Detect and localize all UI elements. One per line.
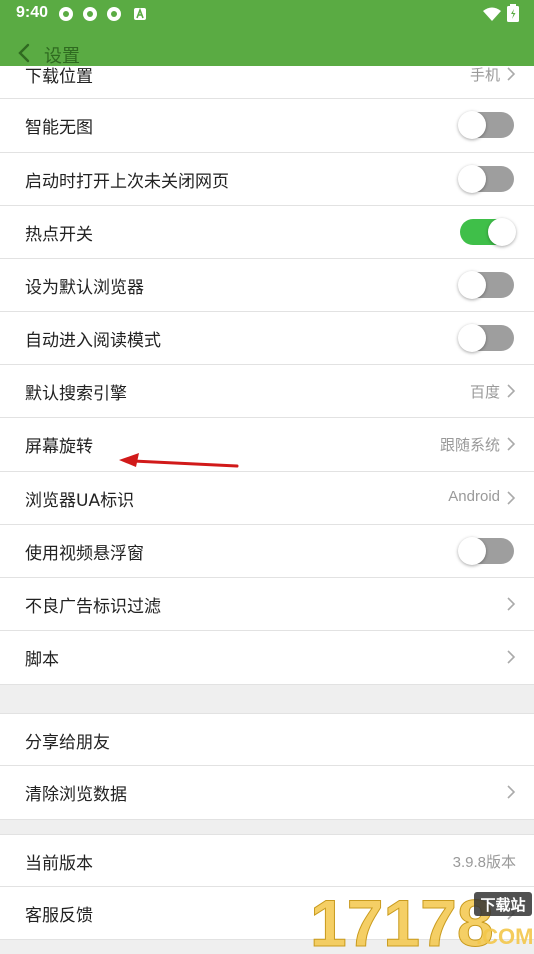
- setting-label: 自动进入阅读模式: [25, 331, 161, 351]
- toggle-knob: [458, 271, 486, 299]
- toggle-knob: [458, 165, 486, 193]
- toggle-switch[interactable]: [458, 271, 514, 299]
- setting-value: 跟随系统: [439, 437, 500, 454]
- notification-icon: [107, 7, 121, 21]
- setting-row-smart-no-image[interactable]: 智能无图: [0, 99, 534, 153]
- setting-row-scripts[interactable]: 脚本: [0, 631, 534, 685]
- toggle-knob: [488, 218, 516, 246]
- setting-row-user-agent[interactable]: 浏览器UA标识 Android: [0, 472, 534, 525]
- setting-row-search-engine[interactable]: 默认搜索引擎 百度: [0, 365, 534, 418]
- chevron-right-icon: [507, 650, 516, 664]
- notification-icon: [59, 7, 73, 21]
- setting-row-version: 当前版本 3.9.8版本: [0, 834, 534, 887]
- chevron-right-icon: [507, 785, 516, 799]
- setting-label: 脚本: [25, 650, 59, 670]
- chevron-right-icon: [507, 597, 516, 611]
- setting-row-screen-rotation[interactable]: 屏幕旋转 跟随系统: [0, 418, 534, 472]
- watermark: 17178 下载站 .COM: [308, 886, 534, 954]
- setting-label: 清除浏览数据: [25, 785, 127, 805]
- chevron-right-icon: [507, 67, 516, 81]
- setting-row-download-location[interactable]: 下载位置 手机: [0, 66, 534, 99]
- setting-row-ad-filter[interactable]: 不良广告标识过滤: [0, 578, 534, 631]
- back-arrow-icon[interactable]: [14, 42, 36, 64]
- notification-icon: [83, 7, 97, 21]
- setting-label: 屏幕旋转: [25, 437, 93, 457]
- app-notification-icon: [134, 7, 146, 20]
- toggle-knob: [458, 537, 486, 565]
- watermark-number: 17178: [310, 886, 494, 950]
- setting-row-clear-data[interactable]: 清除浏览数据: [0, 766, 534, 820]
- setting-label: 热点开关: [25, 225, 93, 245]
- watermark-badge: 下载站: [480, 896, 525, 914]
- setting-label: 启动时打开上次未关闭网页: [25, 172, 229, 192]
- wifi-icon: [483, 7, 501, 21]
- setting-label: 默认搜索引擎: [25, 384, 127, 404]
- toggle-knob: [458, 111, 486, 139]
- setting-label: 使用视频悬浮窗: [25, 544, 144, 564]
- setting-label: 下载位置: [25, 67, 93, 87]
- setting-value: 3.9.8版本: [452, 854, 516, 871]
- toggle-knob: [458, 324, 486, 352]
- status-bar: 9:40: [0, 0, 534, 28]
- watermark-logo: 17178 下载站 .COM: [310, 886, 534, 954]
- setting-label: 智能无图: [25, 118, 93, 138]
- setting-label: 设为默认浏览器: [25, 278, 144, 298]
- toggle-switch[interactable]: [458, 537, 514, 565]
- toggle-switch[interactable]: [458, 324, 514, 352]
- chevron-right-icon: [507, 437, 516, 451]
- setting-value: 百度: [469, 384, 500, 401]
- status-time: 9:40: [16, 4, 49, 21]
- setting-row-default-browser[interactable]: 设为默认浏览器: [0, 259, 534, 312]
- setting-label: 分享给朋友: [25, 733, 110, 753]
- setting-row-reader-mode[interactable]: 自动进入阅读模式: [0, 312, 534, 365]
- setting-label: 浏览器UA标识: [25, 491, 135, 511]
- chevron-right-icon: [507, 491, 516, 505]
- battery-icon: [507, 4, 519, 22]
- setting-label: 客服反馈: [25, 906, 93, 926]
- setting-row-hotspot[interactable]: 热点开关: [0, 206, 534, 259]
- toggle-switch[interactable]: [458, 111, 514, 139]
- setting-row-share[interactable]: 分享给朋友: [0, 713, 534, 766]
- toggle-switch[interactable]: [460, 218, 516, 246]
- setting-label: 当前版本: [25, 854, 93, 874]
- watermark-domain: .COM: [476, 924, 533, 949]
- setting-value: Android: [448, 488, 500, 505]
- chevron-right-icon: [507, 384, 516, 398]
- toggle-switch[interactable]: [458, 165, 514, 193]
- setting-row-restore-tabs[interactable]: 启动时打开上次未关闭网页: [0, 153, 534, 206]
- setting-row-video-float[interactable]: 使用视频悬浮窗: [0, 525, 534, 578]
- annotation-arrow-icon: [119, 453, 239, 468]
- setting-label: 不良广告标识过滤: [25, 597, 161, 617]
- setting-value: 手机: [469, 67, 500, 84]
